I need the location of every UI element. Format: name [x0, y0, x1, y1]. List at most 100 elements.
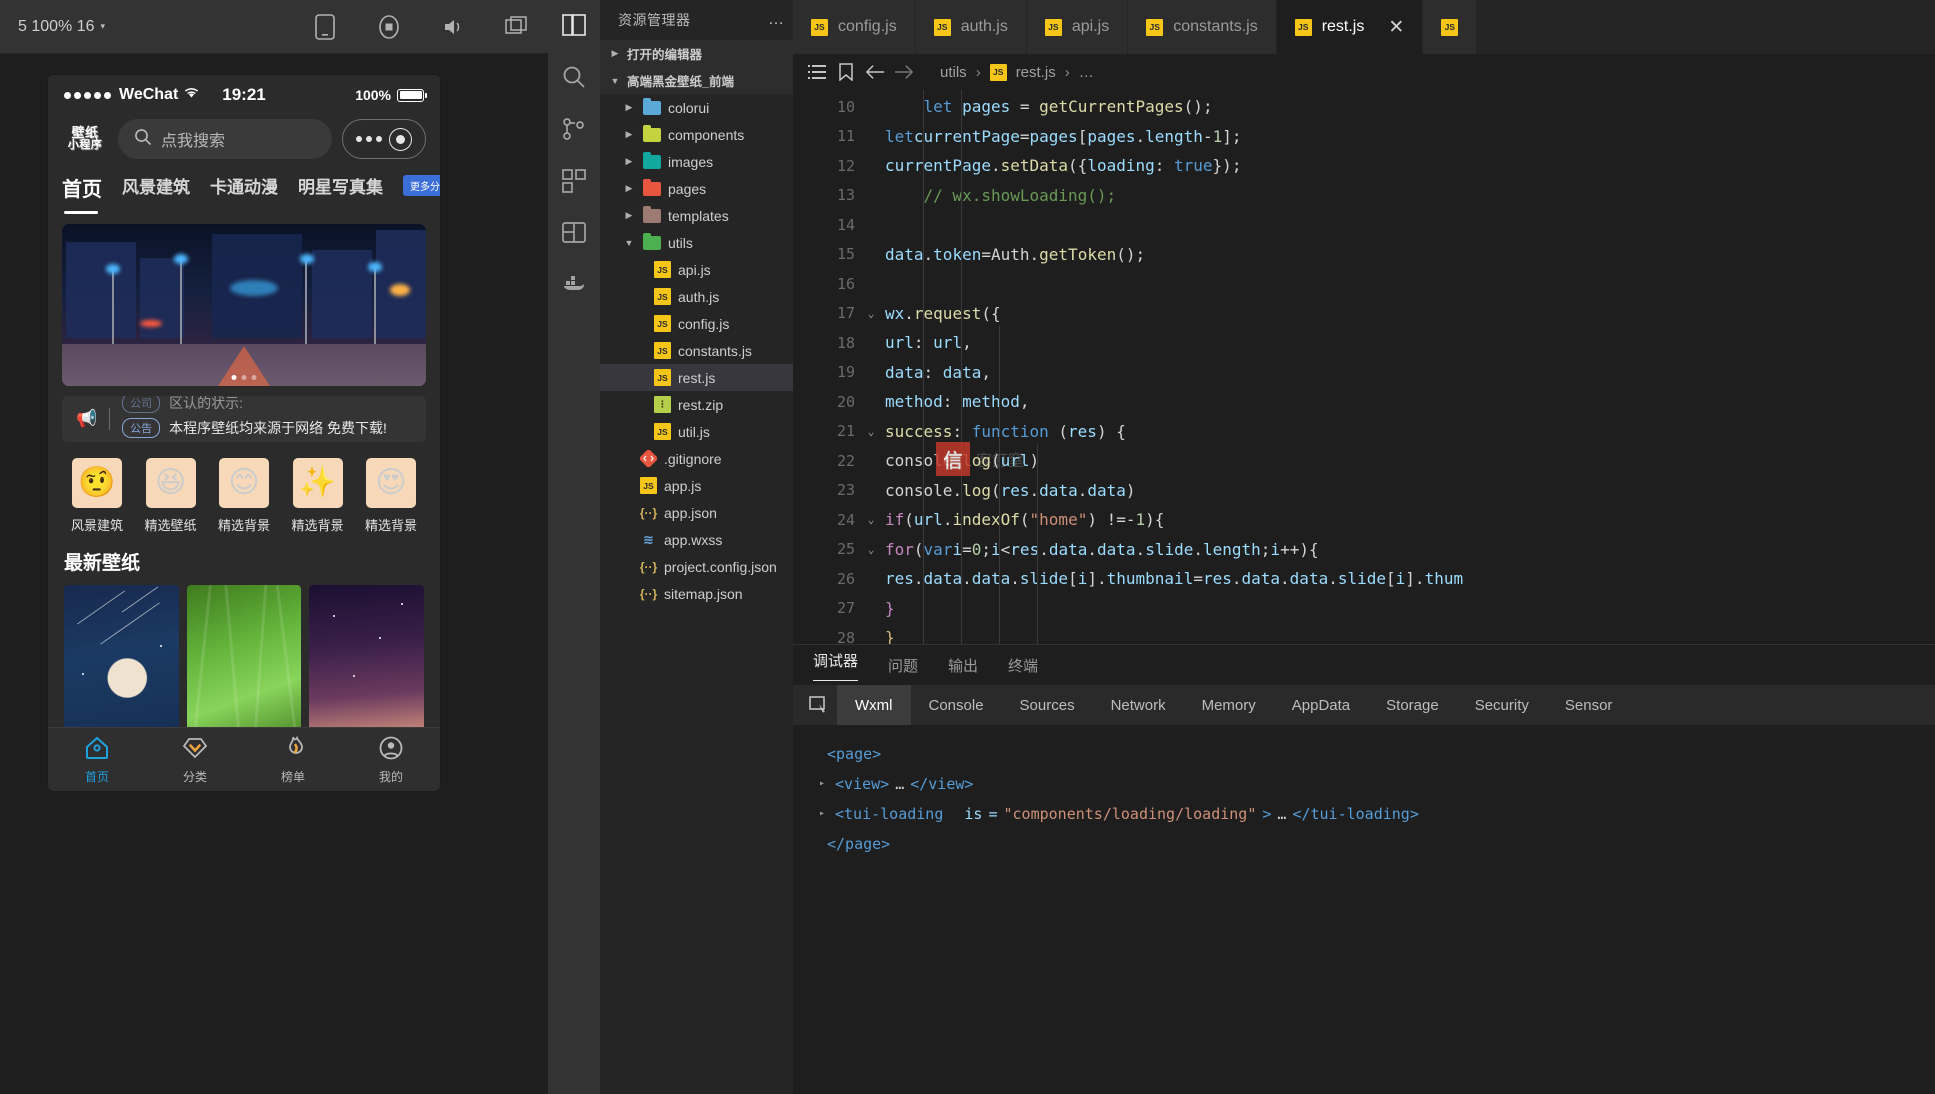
search-input[interactable]: 点我搜索 [118, 119, 332, 159]
devtools-tab-storage[interactable]: Storage [1368, 685, 1457, 725]
clone-window-icon[interactable] [504, 14, 530, 40]
category-item[interactable]: 😆 精选壁纸 [138, 458, 204, 534]
devtools-tab-appdata[interactable]: AppData [1274, 685, 1368, 725]
close-icon[interactable]: ✕ [1388, 18, 1404, 37]
category-item[interactable]: 😊 精选背景 [211, 458, 277, 534]
close-capsule-icon[interactable] [389, 127, 413, 151]
tabbar-item-home[interactable]: 首页 [48, 735, 146, 785]
tree-item-util-js[interactable]: JS util.js [600, 418, 793, 445]
category-item[interactable]: 😍 精选背景 [358, 458, 424, 534]
wallpaper-thumb[interactable] [64, 585, 179, 735]
back-arrow-icon[interactable] [865, 62, 885, 82]
dom-row[interactable]: ▸ <tui-loading is = "components/loading/lo… [811, 799, 1917, 829]
devtools-tab-sources[interactable]: Sources [1002, 685, 1093, 725]
devtools-tab-console[interactable]: Console [911, 685, 1002, 725]
forward-arrow-icon[interactable] [894, 62, 914, 82]
tree-item-app-wxss[interactable]: ≋ app.wxss [600, 526, 793, 553]
extensions-icon[interactable] [561, 168, 587, 194]
editor-tab-rest-js[interactable]: JS rest.js ✕ [1276, 0, 1424, 54]
tree-item-templates[interactable]: ▶ templates [600, 202, 793, 229]
tree-item-components[interactable]: ▶ components [600, 121, 793, 148]
explorer-more-icon[interactable]: … [768, 11, 785, 29]
tree-item-auth-js[interactable]: JS auth.js [600, 283, 793, 310]
tree-item-project-config-json[interactable]: {··} project.config.json [600, 553, 793, 580]
outline-icon[interactable] [807, 62, 827, 82]
editor-tab-constants-js[interactable]: JS constants.js [1128, 0, 1277, 54]
panel-tab-debugger[interactable]: 调试器 [813, 650, 859, 681]
section-project-root[interactable]: ▼ 高端黑金壁纸_前端 [600, 67, 793, 94]
tree-item-app-js[interactable]: JS app.js [600, 472, 793, 499]
code-editor[interactable]: 10 11 12 13 14 15 16 17 ⌄ 18 19 20 21 ⌄ 22… [793, 90, 1935, 644]
editor-tab-auth-js[interactable]: JS auth.js [915, 0, 1027, 54]
devtools-tab-network[interactable]: Network [1093, 685, 1184, 725]
devtools-tab-security[interactable]: Security [1457, 685, 1547, 725]
fold-icon[interactable]: ⌄ [865, 425, 877, 438]
chevron-right-icon[interactable]: ▶ [622, 183, 636, 194]
layout-icon[interactable] [561, 220, 587, 246]
source-control-icon[interactable] [561, 116, 587, 142]
dom-row[interactable]: <page> [811, 739, 1917, 769]
tabbar-item-profile[interactable]: 我的 [342, 735, 440, 785]
wallpaper-thumb[interactable] [186, 585, 302, 735]
disclosure-icon[interactable]: ▸ [819, 774, 829, 794]
dom-row[interactable]: </page> [811, 829, 1917, 859]
fold-icon[interactable]: ⌄ [865, 307, 877, 320]
explorer-icon[interactable] [561, 12, 587, 38]
devtools-tab-memory[interactable]: Memory [1184, 685, 1274, 725]
record-stop-icon[interactable] [376, 14, 402, 40]
capsule-menu[interactable] [342, 119, 426, 159]
editor-tab-api-js[interactable]: JS api.js [1026, 0, 1129, 54]
devtools-tab-wxml[interactable]: Wxml [837, 685, 911, 725]
breadcrumb-rest[interactable]: … [1079, 64, 1094, 81]
devtools-tab-sensor[interactable]: Sensor [1547, 685, 1631, 725]
tree-item-constants-js[interactable]: JS constants.js [600, 337, 793, 364]
chevron-down-icon[interactable]: ▼ [622, 238, 636, 248]
banner-carousel[interactable] [62, 224, 426, 386]
chevron-right-icon[interactable]: ▶ [622, 156, 636, 167]
editor-tab-config-js[interactable]: JS config.js [793, 0, 916, 54]
disclosure-icon[interactable]: ▸ [819, 804, 829, 824]
chevron-right-icon[interactable]: ▶ [622, 102, 636, 113]
tab-fengjing[interactable]: 风景建筑 [122, 173, 190, 202]
tree-item-utils[interactable]: ▼ utils [600, 229, 793, 256]
simulator-zoom-control[interactable]: 5 100% 16 ▾ [18, 18, 105, 36]
tab-shouye[interactable]: 首页 [62, 173, 102, 214]
tree-item-sitemap-json[interactable]: {··} sitemap.json [600, 580, 793, 607]
breadcrumb-file[interactable]: rest.js [1016, 64, 1056, 81]
search-icon[interactable] [561, 64, 587, 90]
chevron-right-icon[interactable]: ▶ [622, 210, 636, 221]
editor-tab-overflow[interactable]: JS [1423, 0, 1478, 54]
bookmark-icon[interactable] [836, 62, 856, 82]
inspect-element-icon[interactable] [801, 691, 837, 719]
docker-icon[interactable] [561, 272, 587, 298]
section-open-editors[interactable]: ▶ 打开的编辑器 [600, 40, 793, 67]
panel-tab-problems[interactable]: 问题 [888, 655, 918, 676]
tree-item-api-js[interactable]: JS api.js [600, 256, 793, 283]
wallpaper-thumb[interactable] [309, 585, 425, 735]
dom-row[interactable]: ▸ <view> … </view> [811, 769, 1917, 799]
tree-item-rest-js[interactable]: JS rest.js [600, 364, 793, 391]
panel-tab-terminal[interactable]: 终端 [1008, 655, 1038, 676]
category-item[interactable]: ✨ 精选背景 [285, 458, 351, 534]
tree-item-pages[interactable]: ▶ pages [600, 175, 793, 202]
tree-item-colorui[interactable]: ▶ colorui [600, 94, 793, 121]
tree-item-gitignore[interactable]: .gitignore [600, 445, 793, 472]
wxml-dom-tree[interactable]: <page> ▸ <view> … </view> ▸ <tui-loading i… [793, 725, 1935, 873]
device-phone-icon[interactable] [312, 13, 338, 40]
tab-mingxing[interactable]: 明星写真集 [298, 173, 383, 202]
tab-katong[interactable]: 卡通动漫 [210, 173, 278, 202]
panel-tab-output[interactable]: 输出 [948, 655, 978, 676]
fold-icon[interactable]: ⌄ [865, 513, 877, 526]
more-icon[interactable] [355, 135, 383, 143]
tabbar-item-category[interactable]: 分类 [146, 735, 244, 785]
notice-bar[interactable]: 📢 公司 区认的状示: 公告 本程序壁纸均来源于网络 免费下载! [62, 396, 426, 442]
fold-icon[interactable]: ⌄ [865, 543, 877, 556]
more-categories-button[interactable]: 更多分类 ▸ [403, 175, 440, 196]
tree-item-config-js[interactable]: JS config.js [600, 310, 793, 337]
code-lines[interactable]: let pages = getCurrentPages(); let curre… [885, 90, 1935, 644]
category-item[interactable]: 🤨 风景建筑 [64, 458, 130, 534]
tree-item-rest-zip[interactable]: ⋮ rest.zip [600, 391, 793, 418]
tabbar-item-rank[interactable]: 榜单 [244, 735, 342, 785]
volume-icon[interactable] [440, 14, 466, 40]
breadcrumb-folder[interactable]: utils [940, 64, 967, 81]
